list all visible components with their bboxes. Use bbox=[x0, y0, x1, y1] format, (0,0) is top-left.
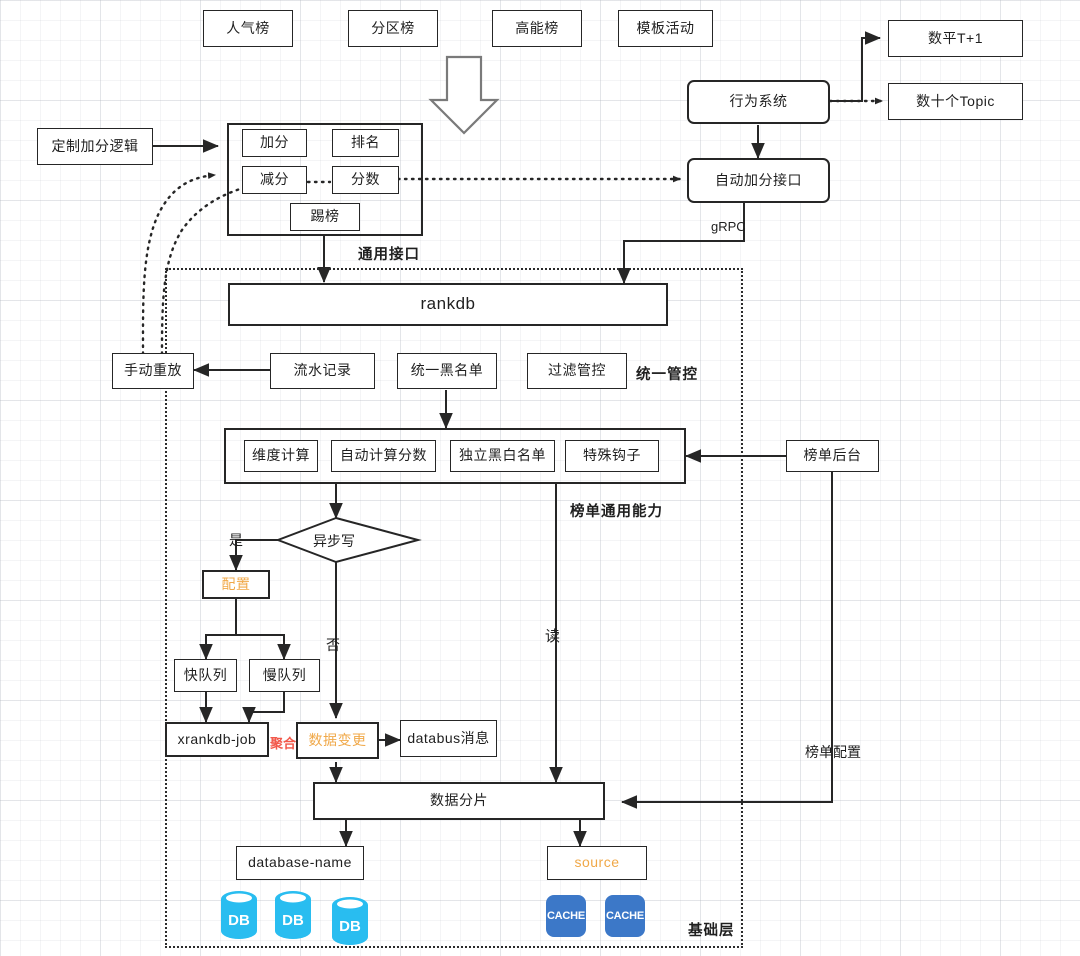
node-label: 慢队列 bbox=[262, 666, 307, 683]
node-label: 特殊钩子 bbox=[583, 447, 641, 464]
node-data-sharding[interactable]: 数据分片 bbox=[313, 782, 605, 820]
db-icon-3: DB bbox=[332, 897, 368, 945]
node-label: 数据分片 bbox=[430, 792, 488, 809]
node-label: 维度计算 bbox=[252, 447, 310, 464]
diagram-canvas: 人气榜 分区榜 高能榜 模板活动 定制加分逻辑 加分 排名 减分 分数 踢榜 通… bbox=[0, 0, 1080, 956]
node-label: 数十个Topic bbox=[916, 92, 995, 109]
node-rank-zone[interactable]: 分区榜 bbox=[348, 10, 438, 47]
node-label: 独立黑白名单 bbox=[459, 447, 546, 464]
node-label: 减分 bbox=[260, 171, 289, 188]
svg-text:DB: DB bbox=[339, 918, 361, 935]
svg-text:DB: DB bbox=[228, 912, 250, 929]
label-aggregate: 聚合 bbox=[270, 736, 297, 751]
node-label: 数平T+1 bbox=[927, 29, 983, 46]
node-label: 配置 bbox=[221, 575, 251, 592]
node-xrankdb-job[interactable]: xrankdb-job bbox=[165, 722, 269, 757]
label-branch-no: 否 bbox=[326, 637, 340, 653]
node-databus-message[interactable]: databus消息 bbox=[400, 720, 497, 757]
node-filter-control[interactable]: 过滤管控 bbox=[527, 353, 627, 389]
node-label: databus消息 bbox=[407, 729, 490, 746]
node-label: 排名 bbox=[351, 134, 380, 151]
node-score[interactable]: 分数 bbox=[332, 166, 399, 194]
cache-icon-2: CACHE bbox=[605, 895, 645, 937]
node-special-hook[interactable]: 特殊钩子 bbox=[565, 440, 659, 472]
cache-label: CACHE bbox=[605, 910, 645, 922]
node-label: 自动计算分数 bbox=[340, 447, 427, 464]
node-label: 快队列 bbox=[183, 666, 228, 683]
node-label: 定制加分逻辑 bbox=[51, 137, 139, 154]
node-slow-queue[interactable]: 慢队列 bbox=[249, 659, 320, 692]
node-dimension-calc[interactable]: 维度计算 bbox=[244, 440, 318, 472]
node-label: database-name bbox=[248, 854, 352, 871]
db-icon-1: DB bbox=[221, 891, 257, 939]
node-flow-record[interactable]: 流水记录 bbox=[270, 353, 375, 389]
cache-icon-1: CACHE bbox=[546, 895, 586, 937]
node-label: 人气榜 bbox=[226, 19, 270, 36]
big-down-arrow-icon bbox=[428, 55, 500, 135]
node-rank-highenergy[interactable]: 高能榜 bbox=[492, 10, 582, 47]
node-label: 榜单后台 bbox=[803, 447, 862, 464]
node-behavior-system[interactable]: 行为系统 bbox=[687, 80, 830, 124]
node-auto-calc-score[interactable]: 自动计算分数 bbox=[331, 440, 436, 472]
node-rank-backend[interactable]: 榜单后台 bbox=[786, 440, 879, 472]
node-rankdb[interactable]: rankdb bbox=[228, 283, 668, 326]
label-infrastructure-zone: 基础层 bbox=[688, 923, 735, 939]
node-label: 过滤管控 bbox=[548, 362, 606, 379]
node-label: 高能榜 bbox=[515, 19, 559, 36]
node-label: source bbox=[574, 854, 620, 871]
node-label: xrankdb-job bbox=[177, 730, 257, 747]
node-shuping-t1[interactable]: 数平T+1 bbox=[888, 20, 1023, 57]
label-rank-config: 榜单配置 bbox=[805, 744, 861, 760]
db-icon-2: DB bbox=[275, 891, 311, 939]
label-grpc: gRPC bbox=[711, 219, 746, 234]
node-label: 手动重放 bbox=[124, 362, 182, 379]
node-label: 统一黑名单 bbox=[410, 362, 484, 379]
node-custom-score-logic[interactable]: 定制加分逻辑 bbox=[37, 128, 153, 165]
node-fast-queue[interactable]: 快队列 bbox=[174, 659, 237, 692]
label-common-interface-group: 通用接口 bbox=[358, 247, 420, 263]
node-auto-score-api[interactable]: 自动加分接口 bbox=[687, 158, 830, 203]
node-unified-blacklist[interactable]: 统一黑名单 bbox=[397, 353, 497, 389]
node-database-name[interactable]: database-name bbox=[236, 846, 364, 880]
node-manual-replay[interactable]: 手动重放 bbox=[112, 353, 194, 389]
node-rank-popularity[interactable]: 人气榜 bbox=[203, 10, 293, 47]
node-label: rankdb bbox=[420, 294, 476, 314]
node-label: 踢榜 bbox=[310, 208, 340, 225]
node-source[interactable]: source bbox=[547, 846, 647, 880]
node-label: 数据变更 bbox=[308, 731, 367, 748]
node-async-write[interactable]: 异步写 bbox=[313, 531, 355, 551]
cache-label: CACHE bbox=[546, 910, 586, 922]
node-minus-score[interactable]: 减分 bbox=[242, 166, 307, 194]
node-ranking[interactable]: 排名 bbox=[332, 129, 399, 157]
node-label: 模板活动 bbox=[636, 19, 695, 36]
label-control-group: 统一管控 bbox=[636, 367, 698, 383]
node-add-score[interactable]: 加分 bbox=[242, 129, 307, 157]
label-read: 读 bbox=[545, 628, 561, 645]
node-config[interactable]: 配置 bbox=[202, 570, 270, 599]
label-capabilities-group: 榜单通用能力 bbox=[570, 504, 663, 520]
label-branch-yes: 是 bbox=[229, 532, 243, 548]
node-rank-template[interactable]: 模板活动 bbox=[618, 10, 713, 47]
node-data-change[interactable]: 数据变更 bbox=[296, 722, 379, 759]
svg-text:DB: DB bbox=[282, 912, 304, 929]
node-label: 行为系统 bbox=[729, 93, 788, 110]
node-label: 流水记录 bbox=[293, 362, 352, 379]
node-label: 自动加分接口 bbox=[715, 171, 802, 188]
node-label: 分区榜 bbox=[371, 19, 415, 36]
node-label: 分数 bbox=[351, 171, 380, 188]
node-kick-rank[interactable]: 踢榜 bbox=[290, 203, 360, 231]
node-dozens-topic[interactable]: 数十个Topic bbox=[888, 83, 1023, 120]
node-independent-bw-list[interactable]: 独立黑白名单 bbox=[450, 440, 555, 472]
node-label: 加分 bbox=[260, 134, 289, 151]
